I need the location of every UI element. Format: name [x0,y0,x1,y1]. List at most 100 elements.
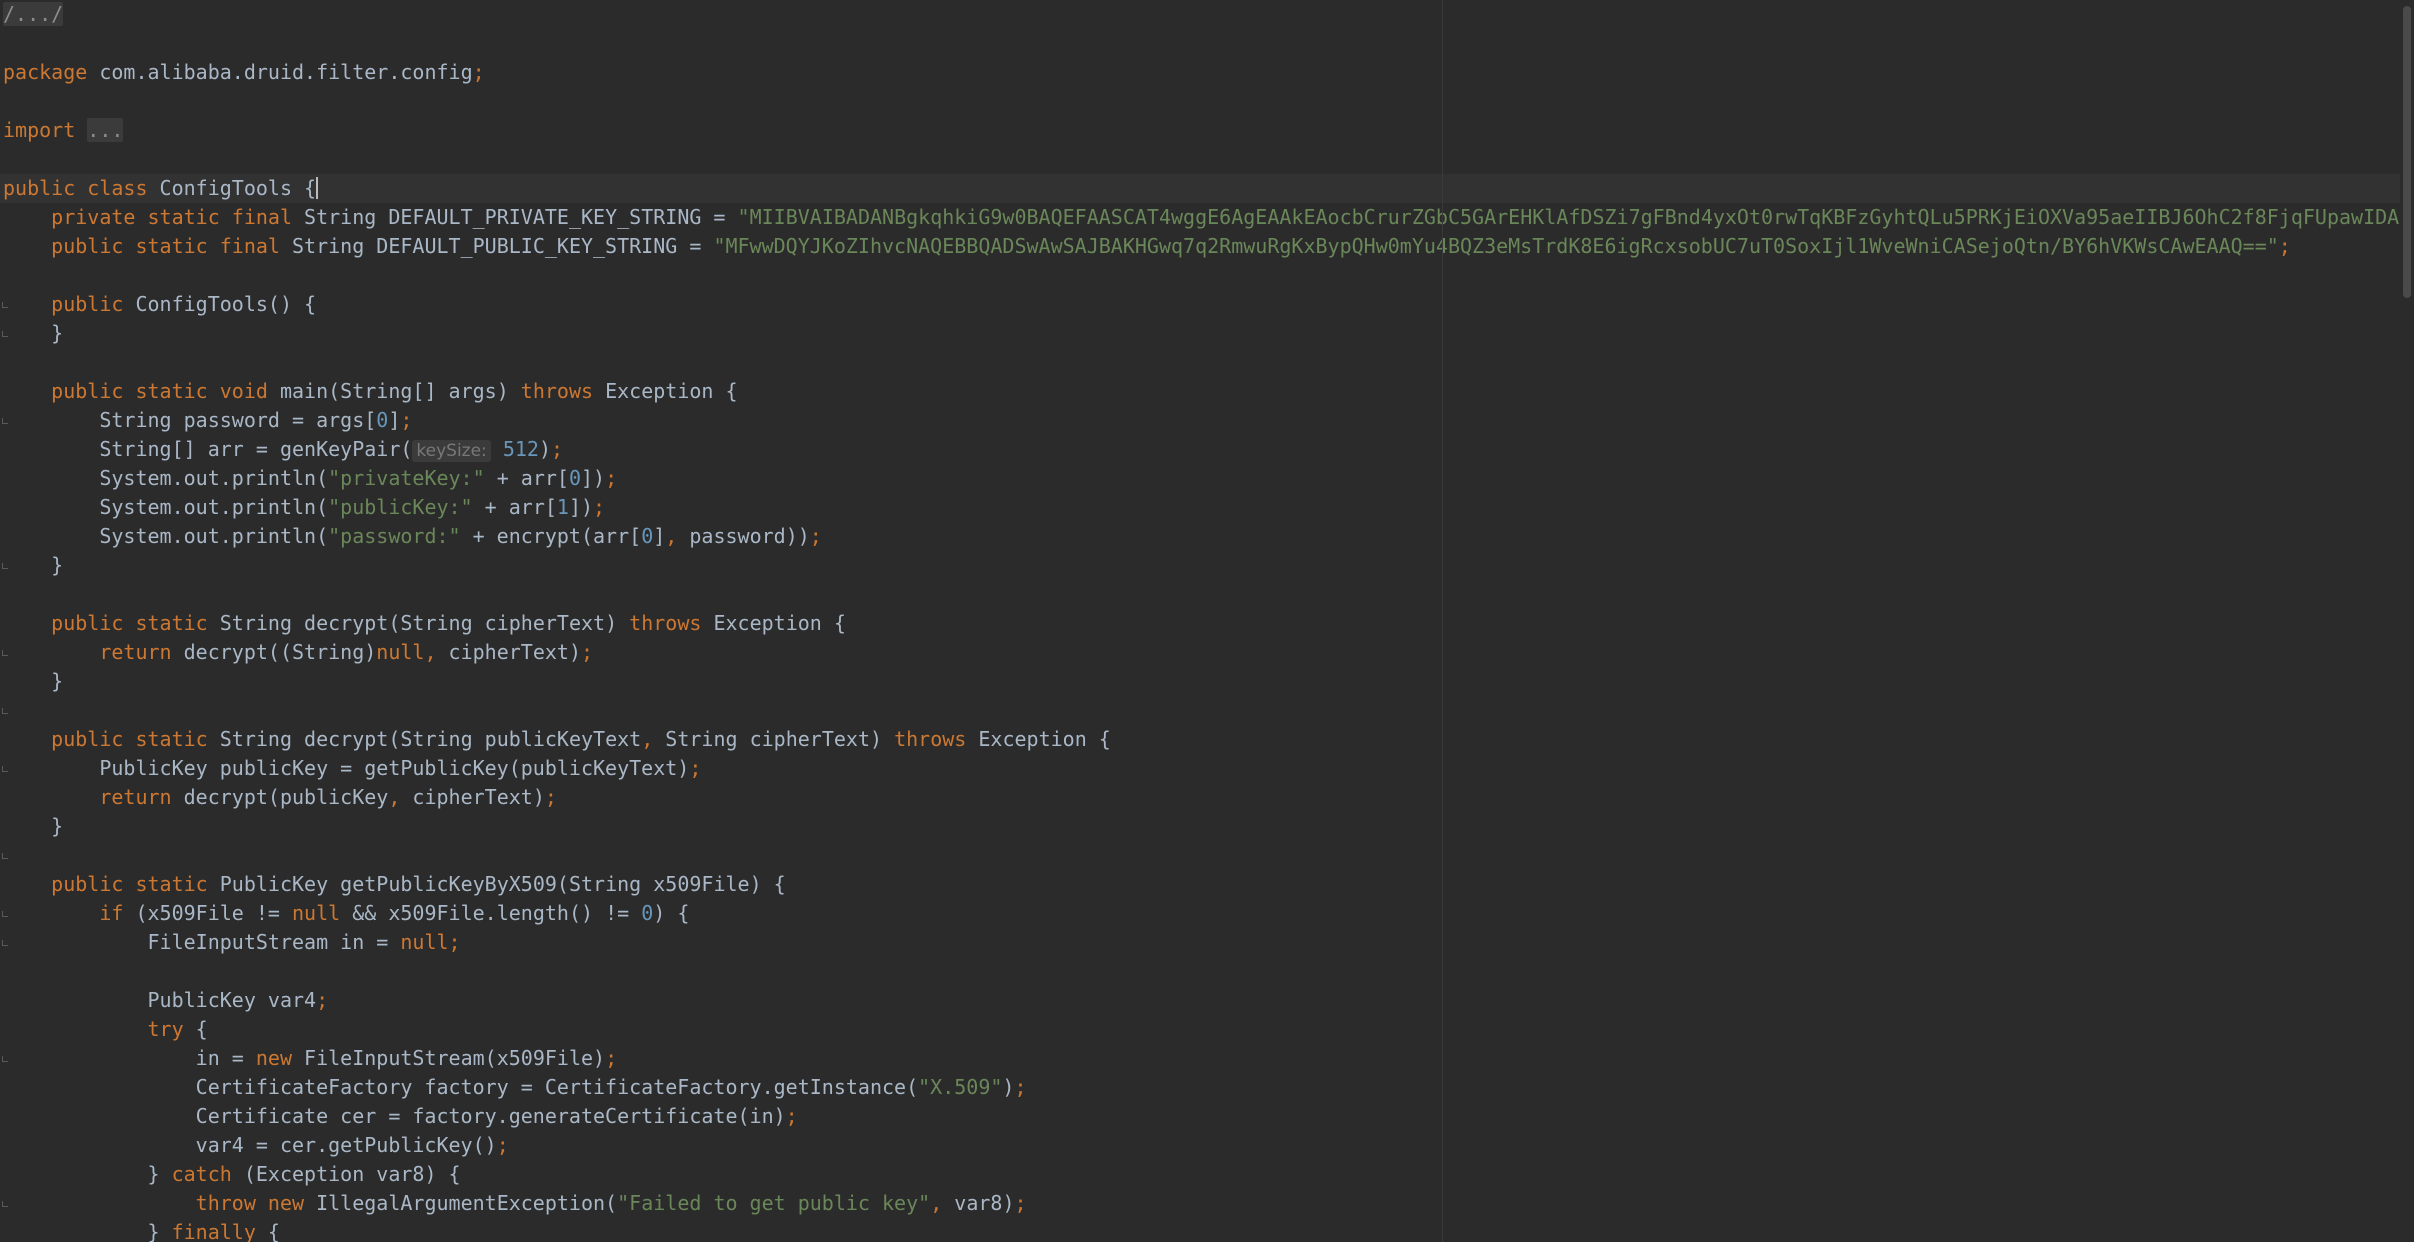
fold-marker-icon[interactable] [2,1056,8,1062]
fold-marker-icon[interactable] [2,853,8,859]
code-line[interactable]: System.out.println("publicKey:" + arr[1]… [0,493,2400,522]
code-token: 0 [641,901,654,925]
code-line[interactable]: /.../ [0,0,2400,29]
fold-marker-icon[interactable] [2,911,8,917]
code-token: Certificate cer = factory.generateCertif… [3,1104,786,1128]
fold-marker-icon[interactable] [2,563,8,569]
fold-marker-icon[interactable] [2,331,8,337]
code-line[interactable]: } [0,551,2400,580]
code-token: var4 = cer.getPublicKey() [3,1133,497,1157]
code-line[interactable]: System.out.println("privateKey:" + arr[0… [0,464,2400,493]
code-line[interactable]: public static String decrypt(String ciph… [0,609,2400,638]
code-token: in = [3,1046,256,1070]
code-line[interactable] [0,841,2400,870]
code-line[interactable]: FileInputStream in = null; [0,928,2400,957]
code-token: String DEFAULT_PUBLIC_KEY_STRING = [279,234,714,258]
code-line[interactable]: public static final String DEFAULT_PUBLI… [0,232,2400,261]
code-line[interactable] [0,261,2400,290]
code-token: 0 [641,524,654,548]
code-token: CertificateFactory factory = Certificate… [3,1075,919,1099]
code-line[interactable]: public ConfigTools() { [0,290,2400,319]
code-token: IllegalArgumentException( [304,1191,618,1215]
vertical-scrollbar[interactable] [2400,0,2414,1242]
code-token: ConfigTools() { [123,292,317,316]
code-token: String cipherText) [653,727,895,751]
code-token: main(String[] args) [267,379,521,403]
code-line[interactable]: throw new IllegalArgumentException("Fail… [0,1189,2400,1218]
code-line[interactable]: public static String decrypt(String publ… [0,725,2400,754]
code-token: String DEFAULT_PRIVATE_KEY_STRING = [292,205,738,229]
folded-code-placeholder[interactable]: ... [87,118,124,142]
code-line[interactable]: public static void main(String[] args) t… [0,377,2400,406]
code-token: throws [629,611,702,635]
code-line[interactable]: System.out.println("password:" + encrypt… [0,522,2400,551]
code-line[interactable]: String[] arr = genKeyPair(keySize: 512); [0,435,2400,464]
code-line[interactable]: return decrypt(publicKey, cipherText); [0,783,2400,812]
code-token: try [147,1017,184,1041]
code-token: null [400,930,449,954]
fold-marker-icon[interactable] [2,708,8,714]
code-line[interactable] [0,580,2400,609]
code-line[interactable]: in = new FileInputStream(x509File); [0,1044,2400,1073]
code-line[interactable] [0,87,2400,116]
code-line[interactable]: public static PublicKey getPublicKeyByX5… [0,870,2400,899]
right-margin-guide [1442,0,1443,1242]
code-line[interactable]: } finally { [0,1218,2400,1242]
code-line[interactable] [0,696,2400,725]
code-token: throws [894,727,967,751]
folded-code-placeholder[interactable]: /.../ [3,2,64,26]
fold-marker-icon[interactable] [2,302,8,308]
code-editor[interactable]: /.../ package com.alibaba.druid.filter.co… [0,0,2414,1242]
code-line[interactable]: try { [0,1015,2400,1044]
code-line[interactable]: } [0,812,2400,841]
code-line[interactable]: String password = args[0]; [0,406,2400,435]
code-line[interactable]: private static final String DEFAULT_PRIV… [0,203,2400,232]
code-line[interactable]: Certificate cer = factory.generateCertif… [0,1102,2400,1131]
code-line[interactable]: if (x509File != null && x509File.length(… [0,899,2400,928]
fold-marker-icon[interactable] [2,766,8,772]
scrollbar-thumb[interactable] [2403,6,2411,298]
code-token: password)) [677,524,810,548]
code-token: private static final [51,205,292,229]
fold-marker-icon[interactable] [2,418,8,424]
code-line[interactable]: CertificateFactory factory = Certificate… [0,1073,2400,1102]
code-area[interactable]: /.../ package com.alibaba.druid.filter.co… [0,0,2400,1242]
code-line[interactable]: import ... [0,116,2400,145]
code-token: ) { [653,901,690,925]
code-line[interactable]: public class ConfigTools { [0,174,2400,203]
code-token: new [255,1046,292,1070]
code-token: ; [785,1104,798,1128]
code-token: String password = args[ [3,408,377,432]
code-line[interactable]: } [0,667,2400,696]
code-line[interactable]: } catch (Exception var8) { [0,1160,2400,1189]
code-token: var8) [942,1191,1015,1215]
code-token: PublicKey publicKey = getPublicKey(publi… [3,756,690,780]
fold-marker-icon[interactable] [2,650,8,656]
code-token: ) [538,437,552,461]
code-token: ]) [581,466,606,490]
code-line[interactable] [0,29,2400,58]
code-token: public class [3,176,148,200]
code-line[interactable]: package com.alibaba.druid.filter.config; [0,58,2400,87]
code-token: finally [171,1220,256,1242]
code-token: "Failed to get public key" [617,1191,931,1215]
code-token: } [3,1220,172,1242]
code-line[interactable]: var4 = cer.getPublicKey(); [0,1131,2400,1160]
code-token: FileInputStream(x509File) [292,1046,606,1070]
code-token: + encrypt(arr[ [460,524,642,548]
code-line[interactable]: return decrypt((String)null, cipherText)… [0,638,2400,667]
code-line[interactable]: PublicKey publicKey = getPublicKey(publi… [0,754,2400,783]
code-token: + arr[ [484,466,569,490]
code-line[interactable] [0,957,2400,986]
code-line[interactable] [0,145,2400,174]
code-token: System.out.println( [3,495,329,519]
code-line[interactable] [0,348,2400,377]
code-line[interactable]: } [0,319,2400,348]
code-line[interactable]: PublicKey var4; [0,986,2400,1015]
fold-marker-icon[interactable] [2,1201,8,1207]
fold-marker-icon[interactable] [2,940,8,946]
